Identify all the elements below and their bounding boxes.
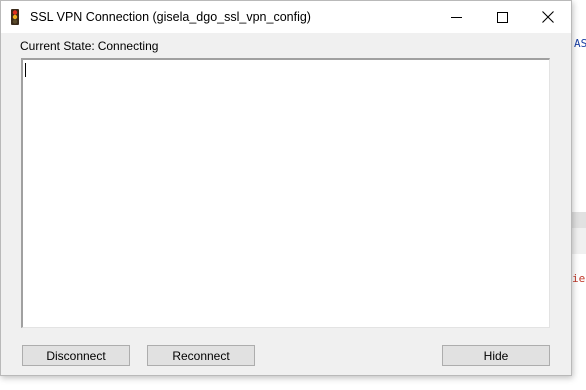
maximize-icon [496, 11, 508, 23]
window-title: SSL VPN Connection (gisela_dgo_ssl_vpn_c… [30, 10, 311, 24]
current-state-value: Connecting [97, 39, 159, 53]
maximize-button[interactable] [479, 1, 525, 33]
current-state: Current State: Connecting [20, 39, 158, 53]
close-icon [542, 11, 554, 23]
background-text-bottom: ier [572, 272, 586, 285]
connection-log-textarea[interactable] [21, 58, 550, 328]
vpn-connection-dialog: SSL VPN Connection (gisela_dgo_ssl_vpn_c… [0, 0, 572, 376]
hide-button[interactable]: Hide [442, 345, 550, 366]
title-bar[interactable]: SSL VPN Connection (gisela_dgo_ssl_vpn_c… [1, 1, 571, 33]
background-text-top: AS [574, 37, 586, 50]
disconnect-button[interactable]: Disconnect [22, 345, 130, 366]
background-panel-strip-light [572, 228, 586, 254]
reconnect-button[interactable]: Reconnect [147, 345, 255, 366]
minimize-icon [450, 16, 462, 18]
background-panel-strip [572, 212, 586, 228]
current-state-label: Current State: [20, 39, 95, 53]
text-caret [25, 63, 26, 77]
close-button[interactable] [525, 1, 571, 33]
minimize-button[interactable] [433, 1, 479, 33]
traffic-light-icon [11, 9, 19, 25]
background-application: AS ier [572, 0, 586, 390]
